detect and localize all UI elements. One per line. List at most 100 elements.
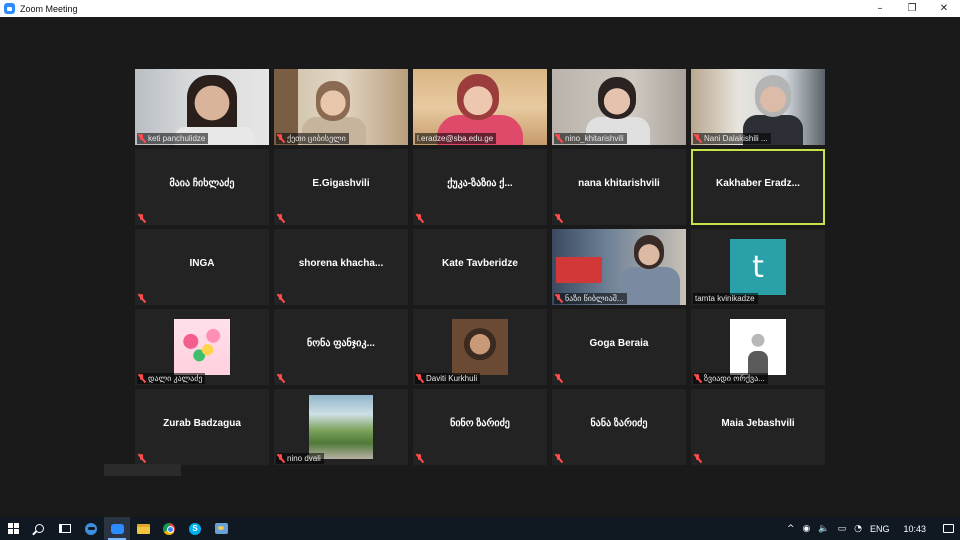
maximize-button[interactable]: ❐ [896, 0, 928, 17]
participant-tile[interactable]: Kakhaber Eradz... [691, 149, 825, 225]
search-button[interactable] [26, 517, 52, 540]
participant-name: მაია ჩიხლაძე [169, 178, 235, 189]
participant-avatar [309, 395, 373, 459]
participant-tile[interactable]: Kate Tavberidze [413, 229, 547, 305]
people-icon[interactable]: ◉ [799, 517, 815, 540]
show-hidden-icons-button[interactable]: ^ [783, 517, 799, 540]
participant-label: ქეთი ციბისელი [276, 133, 349, 144]
notification-icon [942, 524, 954, 533]
participant-name: ნაზი წიბლიაშ... [565, 294, 624, 303]
participant-tile[interactable]: nino_khitarishvili [552, 69, 686, 145]
participant-tile[interactable]: Zurab Badzagua [135, 389, 269, 465]
participant-avatar [452, 319, 508, 375]
participant-avatar [730, 319, 786, 375]
muted-mic-icon [693, 454, 702, 463]
participant-tile[interactable]: shorena khacha... [274, 229, 408, 305]
zoom-app-icon [4, 3, 15, 14]
participant-tile[interactable]: Maia Jebashvili [691, 389, 825, 465]
participant-label [415, 453, 427, 464]
chrome-icon [163, 522, 175, 535]
participant-label: nino_khitarishvili [554, 133, 627, 144]
participant-tile[interactable]: Nani Dalakishili ... [691, 69, 825, 145]
start-button[interactable] [0, 517, 26, 540]
muted-mic-icon [554, 214, 563, 223]
participant-tile[interactable]: nana khitarishvili [552, 149, 686, 225]
task-view-button[interactable] [52, 517, 78, 540]
participant-tile[interactable]: ქეთი ციბისელი [274, 69, 408, 145]
participant-label: tamta kvinikadze [693, 293, 758, 304]
taskbar-zoom[interactable] [104, 517, 130, 540]
minimize-button[interactable]: – [864, 0, 896, 17]
muted-mic-icon [137, 454, 146, 463]
muted-mic-icon [137, 214, 146, 223]
participant-name: keti panchulidze [148, 134, 206, 143]
participant-name: Kate Tavberidze [442, 258, 518, 269]
participant-tile[interactable]: E.Gigashvili [274, 149, 408, 225]
taskbar-chrome[interactable] [156, 517, 182, 540]
close-button[interactable]: ✕ [928, 0, 960, 17]
participant-tile[interactable]: nino dvali [274, 389, 408, 465]
participant-tile[interactable]: ნონა ფანჯიკ... [274, 309, 408, 385]
participant-tile[interactable]: ზვიადი ორქვა... [691, 309, 825, 385]
hidden-toolbar-strip [104, 464, 181, 476]
participant-label: keti panchulidze [137, 133, 209, 144]
participant-tile[interactable]: t tamta kvinikadze [691, 229, 825, 305]
participant-tile[interactable]: ნაზი წიბლიაშ... [552, 229, 686, 305]
video-feed-shape [598, 77, 636, 119]
muted-mic-icon [415, 374, 424, 383]
battery-icon[interactable]: ▭ [834, 517, 851, 540]
participant-tile[interactable]: მაია ჩიხლაძე [135, 149, 269, 225]
participant-tile[interactable]: დალი კალაძე [135, 309, 269, 385]
paint-icon [214, 523, 228, 534]
action-center-button[interactable] [936, 517, 960, 540]
taskbar-edge[interactable] [78, 517, 104, 540]
language-indicator[interactable]: ENG [866, 517, 894, 540]
muted-mic-icon [554, 374, 563, 383]
participant-tile[interactable]: Goga Beraia [552, 309, 686, 385]
participant-name: E.Gigashvili [312, 178, 370, 189]
muted-mic-icon [276, 294, 285, 303]
participant-label: l.eradze@sba.edu.ge [415, 133, 497, 144]
participant-label [276, 213, 288, 224]
muted-mic-icon [693, 374, 702, 383]
participant-name: nino_khitarishvili [565, 134, 624, 143]
participant-tile[interactable]: Daviti Kurkhuli [413, 309, 547, 385]
taskbar-paint[interactable] [208, 517, 234, 540]
participant-tile[interactable]: ქუკა-ზაზია ქ... [413, 149, 547, 225]
volume-icon[interactable]: 🔈 [814, 517, 833, 540]
participant-label: ნაზი წიბლიაშ... [554, 293, 627, 304]
muted-mic-icon [693, 134, 702, 143]
video-feed-shape [634, 235, 664, 269]
participant-tile[interactable]: INGA [135, 229, 269, 305]
taskbar-file-explorer[interactable] [130, 517, 156, 540]
participant-tile[interactable]: ნინო ზარიძე [413, 389, 547, 465]
taskbar-skype[interactable]: S [182, 517, 208, 540]
video-feed-shape [620, 267, 680, 305]
participant-name: ნანა ზარიძე [590, 418, 648, 429]
participant-name: nino dvali [287, 454, 321, 463]
participant-label: Nani Dalakishili ... [693, 133, 771, 144]
video-feed-shape [755, 75, 791, 117]
participant-name: shorena khacha... [298, 258, 384, 269]
clock[interactable]: 10:43 [893, 524, 936, 534]
muted-mic-icon [137, 134, 146, 143]
zoom-icon [110, 523, 124, 534]
participant-tile[interactable]: l.eradze@sba.edu.ge [413, 69, 547, 145]
video-feed-shape [556, 257, 602, 283]
window-title: Zoom Meeting [20, 3, 78, 14]
windows-taskbar: S ^ ◉ 🔈 ▭ ◔ ENG 10:43 [0, 517, 960, 540]
muted-mic-icon [276, 214, 285, 223]
participant-name: ქუკა-ზაზია ქ... [447, 178, 513, 189]
participant-name: nana khitarishvili [578, 178, 660, 189]
participant-tile[interactable]: keti panchulidze [135, 69, 269, 145]
wifi-icon[interactable]: ◔ [850, 517, 866, 540]
participant-avatar: t [730, 239, 786, 295]
video-feed-shape [457, 74, 499, 120]
muted-mic-icon [554, 134, 563, 143]
participant-name: Kakhaber Eradz... [716, 178, 800, 189]
participant-name: Nani Dalakishili ... [704, 134, 768, 143]
participant-tile[interactable]: ნანა ზარიძე [552, 389, 686, 465]
folder-icon [136, 523, 150, 534]
skype-icon: S [189, 522, 201, 535]
muted-mic-icon [554, 454, 563, 463]
